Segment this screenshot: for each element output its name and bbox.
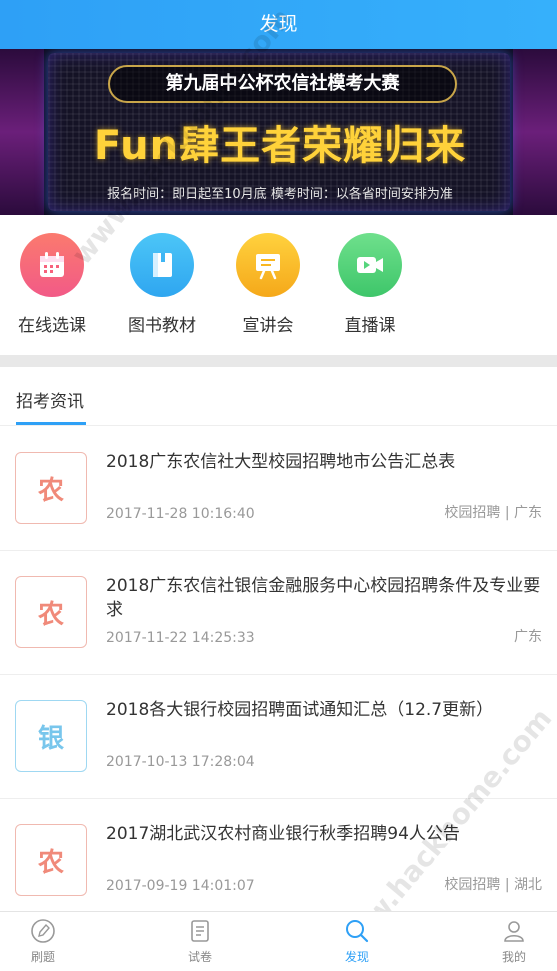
tab-practice[interactable]: 刷题 (3, 916, 83, 965)
shortcut-label: 图书教材 (128, 316, 196, 336)
pencil-icon (3, 916, 83, 946)
book-icon (130, 233, 194, 297)
shortcut-label: 直播课 (344, 316, 396, 336)
news-title: 2017湖北武汉农村商业银行秋季招聘94人公告 (106, 824, 460, 844)
shortcut-live-course[interactable]: 直播课 (315, 233, 425, 336)
news-tag: 校园招聘 | 广东 (444, 505, 542, 521)
tab-papers[interactable]: 试卷 (160, 916, 240, 965)
shortcut-grid: 在线选课 图书教材 宣讲会 直播课 (0, 215, 557, 355)
calendar-icon (20, 233, 84, 297)
banner-title: 第九届中公杯农信社模考大赛 (108, 65, 457, 103)
banner-left-decoration (0, 49, 44, 215)
news-title: 2018广东农信社大型校园招聘地市公告汇总表 (106, 452, 456, 472)
banner-right-decoration (513, 49, 557, 215)
news-thumbnail: 农 (15, 576, 87, 648)
news-date: 2017-09-19 14:01:07 (106, 878, 255, 894)
section-title[interactable]: 招考资讯 (16, 387, 84, 412)
shortcut-online-course[interactable]: 在线选课 (0, 233, 107, 336)
tab-label: 发现 (344, 950, 369, 964)
shortcut-label: 宣讲会 (242, 316, 294, 336)
news-item[interactable]: 农 2018广东农信社银信金融服务中心校园招聘条件及专业要求 2017-11-2… (0, 550, 557, 675)
user-icon (474, 916, 554, 946)
bottom-tab-bar: 刷题 试卷 发现 我的 (0, 911, 557, 970)
news-thumbnail: 银 (15, 700, 87, 772)
news-thumbnail: 农 (15, 824, 87, 896)
shortcut-label: 在线选课 (18, 316, 86, 336)
news-date: 2017-11-22 14:25:33 (106, 630, 255, 646)
tab-label: 刷题 (30, 950, 55, 964)
news-item[interactable]: 银 2018各大银行校园招聘面试通知汇总（12.7更新） 2017-10-13 … (0, 674, 557, 799)
news-title: 2018广东农信社银信金融服务中心校园招聘条件及专业要求 (106, 576, 541, 620)
tab-label: 试卷 (187, 950, 212, 964)
promo-banner[interactable]: 第九届中公杯农信社模考大赛 Fun肆王者荣耀归来 报名时间：即日起至10月底 模… (0, 49, 557, 215)
tab-mine[interactable]: 我的 (474, 916, 554, 965)
tab-discover[interactable]: 发现 (317, 916, 397, 965)
shortcut-seminar[interactable]: 宣讲会 (213, 233, 323, 336)
news-thumbnail: 农 (15, 452, 87, 524)
banner-subtitle: 报名时间：即日起至10月底 模考时间：以各省时间安排为准 (107, 187, 453, 202)
shortcut-books[interactable]: 图书教材 (107, 233, 217, 336)
news-tag: 广东 (514, 629, 542, 645)
tab-label: 我的 (501, 950, 526, 964)
video-camera-icon (338, 233, 402, 297)
news-date: 2017-10-13 17:28:04 (106, 754, 255, 770)
news-title: 2018各大银行校园招聘面试通知汇总（12.7更新） (106, 700, 494, 720)
news-item[interactable]: 农 2017湖北武汉农村商业银行秋季招聘94人公告 2017-09-19 14:… (0, 798, 557, 923)
presentation-board-icon (236, 233, 300, 297)
search-icon (317, 916, 397, 946)
document-icon (160, 916, 240, 946)
news-item[interactable]: 农 2018广东农信社大型校园招聘地市公告汇总表 2017-11-28 10:1… (0, 426, 557, 551)
news-tag: 校园招聘 | 湖北 (444, 877, 542, 893)
page-title: 发现 (0, 0, 557, 49)
news-date: 2017-11-28 10:16:40 (106, 506, 255, 522)
banner-headline: Fun肆王者荣耀归来 (93, 123, 467, 169)
section-divider (0, 355, 557, 367)
